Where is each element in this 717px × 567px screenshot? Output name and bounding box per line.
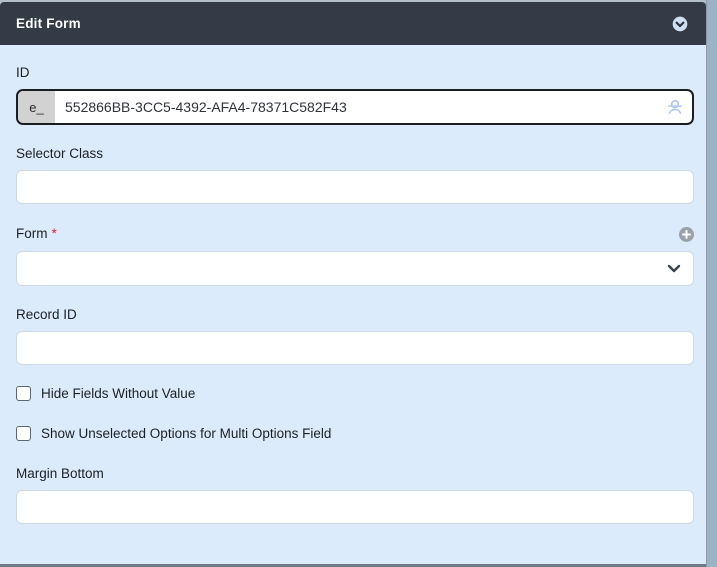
record-id-input[interactable]	[16, 331, 694, 365]
plus-circle-icon	[679, 227, 694, 242]
show-unselected-label: Show Unselected Options for Multi Option…	[41, 426, 331, 441]
id-label: ID	[16, 65, 694, 81]
field-group-id: ID e_	[16, 65, 694, 125]
hide-fields-label: Hide Fields Without Value	[41, 386, 195, 401]
id-prefix-addon: e_	[18, 91, 55, 123]
id-input-group: e_	[16, 89, 694, 125]
chevron-down-circle-icon	[672, 16, 688, 32]
form-select[interactable]	[16, 251, 694, 286]
show-unselected-checkbox[interactable]	[16, 426, 31, 441]
add-form-button[interactable]	[679, 227, 694, 242]
field-group-record-id: Record ID	[16, 307, 694, 365]
id-input[interactable]	[55, 91, 692, 123]
form-select-wrap	[16, 251, 694, 286]
edit-form-panel: Edit Form ID e_	[0, 0, 706, 567]
field-group-form: Form *	[16, 225, 694, 286]
field-group-margin-bottom: Margin Bottom	[16, 466, 694, 524]
field-group-selector-class: Selector Class	[16, 146, 694, 204]
margin-bottom-label: Margin Bottom	[16, 466, 694, 482]
record-id-label: Record ID	[16, 307, 694, 323]
person-autofill-icon	[666, 98, 684, 116]
right-edge-strip	[706, 0, 717, 567]
selector-class-input[interactable]	[16, 170, 694, 204]
panel-title: Edit Form	[16, 16, 81, 31]
panel-header: Edit Form	[0, 2, 706, 45]
margin-bottom-input[interactable]	[16, 490, 694, 524]
form-label: Form	[16, 226, 48, 241]
hide-fields-row: Hide Fields Without Value	[16, 386, 694, 401]
panel-body: ID e_ Selector Class	[0, 45, 706, 564]
form-label-row: Form *	[16, 225, 694, 243]
hide-fields-checkbox[interactable]	[16, 386, 31, 401]
selector-class-label: Selector Class	[16, 146, 694, 162]
collapse-panel-button[interactable]	[672, 16, 688, 32]
required-asterisk: *	[52, 226, 57, 241]
show-unselected-row: Show Unselected Options for Multi Option…	[16, 426, 694, 441]
